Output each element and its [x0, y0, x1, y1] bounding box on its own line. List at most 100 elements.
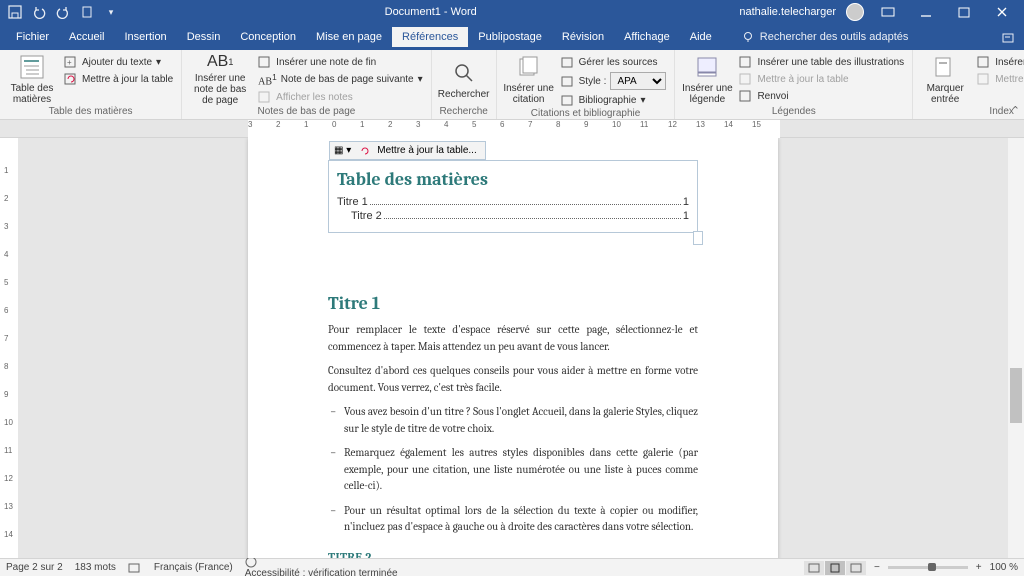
- list-item[interactable]: Pour un résultat optimal lors de la séle…: [344, 503, 698, 536]
- toc-options-icon[interactable]: ▦ ▾: [330, 145, 355, 156]
- toc-update-button[interactable]: Mettre à jour la table...: [355, 145, 485, 157]
- spellcheck-icon[interactable]: [128, 562, 142, 574]
- zoom-out-icon[interactable]: −: [874, 562, 880, 573]
- update-figures-button: Mettre à jour la table: [737, 71, 906, 87]
- search-icon: [450, 59, 478, 87]
- user-name[interactable]: nathalie.telecharger: [739, 6, 836, 18]
- footnote-label: Insérer une note de bas de page: [188, 73, 252, 106]
- update-index-button: Mettre à jour l'index: [975, 71, 1024, 87]
- tab-dessin[interactable]: Dessin: [177, 27, 231, 47]
- maximize-icon[interactable]: [950, 1, 978, 23]
- lightbulb-icon: [742, 31, 754, 43]
- paragraph[interactable]: Consultez d'abord ces quelques conseils …: [328, 363, 698, 396]
- figures-icon: [739, 55, 753, 69]
- collapse-ribbon-icon[interactable]: ⌃: [1011, 104, 1020, 117]
- minimize-icon[interactable]: [912, 1, 940, 23]
- citation-icon: [515, 53, 543, 81]
- page[interactable]: ▦ ▾ Mettre à jour la table... Table des …: [248, 138, 778, 558]
- zoom-slider[interactable]: [888, 566, 968, 569]
- toc-resize-handle[interactable]: [693, 231, 703, 245]
- tab-affichage[interactable]: Affichage: [614, 27, 680, 47]
- insert-caption-button[interactable]: Insérer une légende: [681, 52, 733, 106]
- tell-me-search[interactable]: Rechercher des outils adaptés: [742, 31, 909, 43]
- insert-footnote-button[interactable]: AB1 Insérer une note de bas de page: [188, 52, 252, 106]
- search-button[interactable]: Rechercher: [438, 52, 490, 106]
- zoom-level[interactable]: 100 %: [990, 562, 1018, 573]
- tab-revision[interactable]: Révision: [552, 27, 614, 47]
- tab-insertion[interactable]: Insertion: [114, 27, 176, 47]
- insert-endnote-button[interactable]: Insérer une note de fin: [256, 54, 424, 70]
- group-citations: Citations et bibliographie: [503, 108, 669, 120]
- insert-citation-button[interactable]: Insérer une citation: [503, 52, 555, 106]
- toc-entry[interactable]: Titre 21: [337, 210, 689, 222]
- endnote-icon: [258, 55, 272, 69]
- update-figures-icon: [739, 72, 753, 86]
- next-footnote-button[interactable]: AB1 Note de bas de page suivante ▾: [256, 71, 424, 88]
- qat-customize-icon[interactable]: ▾: [100, 1, 122, 23]
- view-read-icon[interactable]: [804, 561, 824, 575]
- share-icon[interactable]: [1002, 30, 1018, 44]
- document-area: 123456789101112131415 ▦ ▾ Mettre à jour …: [0, 138, 1024, 558]
- crossref-icon: [739, 89, 753, 103]
- toc-label: Table des matières: [6, 83, 58, 105]
- bibliography-button[interactable]: Bibliographie ▾: [559, 92, 669, 108]
- scrollbar-vertical[interactable]: [1008, 138, 1024, 558]
- insert-figures-table-button[interactable]: Insérer une table des illustrations: [737, 54, 906, 70]
- tab-references[interactable]: Références: [392, 27, 468, 47]
- ribbon: Table des matières +Ajouter du texte ▾ M…: [0, 50, 1024, 120]
- status-page[interactable]: Page 2 sur 2: [6, 562, 63, 573]
- new-doc-icon[interactable]: [76, 1, 98, 23]
- save-icon[interactable]: [4, 1, 26, 23]
- toc-button[interactable]: Table des matières: [6, 52, 58, 106]
- ruler-vertical-area: 123456789101112131415: [0, 138, 18, 558]
- tab-mise-en-page[interactable]: Mise en page: [306, 27, 392, 47]
- status-lang[interactable]: Français (France): [154, 562, 233, 573]
- ruler-horizontal[interactable]: 3210123456789101112131415161718: [248, 120, 780, 138]
- caption-label: Insérer une légende: [681, 83, 733, 105]
- undo-icon[interactable]: [28, 1, 50, 23]
- group-search: Recherche: [438, 106, 490, 118]
- heading-1[interactable]: Titre 1: [328, 293, 698, 314]
- heading-2[interactable]: TITRE 2: [328, 550, 698, 559]
- style-icon: [561, 74, 575, 88]
- svg-text:+: +: [67, 58, 72, 67]
- list-item[interactable]: Vous avez besoin d'un titre ? Sous l'ong…: [344, 404, 698, 437]
- tab-accueil[interactable]: Accueil: [59, 27, 114, 47]
- toc-icon: [18, 53, 46, 81]
- tab-publipostage[interactable]: Publipostage: [468, 27, 552, 47]
- manage-sources-button[interactable]: Gérer les sources: [559, 54, 669, 70]
- ruler-vertical[interactable]: 123456789101112131415: [0, 138, 18, 558]
- toc-title: Table des matières: [337, 169, 689, 190]
- tab-conception[interactable]: Conception: [230, 27, 306, 47]
- insert-index-button[interactable]: Insérer l'index: [975, 54, 1024, 70]
- tab-fichier[interactable]: Fichier: [6, 27, 59, 47]
- view-print-icon[interactable]: [825, 561, 845, 575]
- tab-aide[interactable]: Aide: [680, 27, 722, 47]
- scroll-thumb[interactable]: [1010, 368, 1022, 423]
- citation-style-row: Style : APA: [559, 71, 669, 91]
- ribbon-display-icon[interactable]: [874, 1, 902, 23]
- list-item[interactable]: Remarquez également les autres styles di…: [344, 445, 698, 495]
- style-select[interactable]: APA: [610, 72, 666, 90]
- group-footnotes: Notes de bas de page: [188, 106, 424, 118]
- menubar: Fichier Accueil Insertion Dessin Concept…: [0, 24, 1024, 50]
- status-words[interactable]: 183 mots: [75, 562, 116, 573]
- zoom-in-icon[interactable]: +: [976, 562, 982, 573]
- paragraph[interactable]: Pour remplacer le texte d'espace réservé…: [328, 322, 698, 355]
- avatar[interactable]: [846, 3, 864, 21]
- redo-icon[interactable]: [52, 1, 74, 23]
- sources-icon: [561, 55, 575, 69]
- close-icon[interactable]: [988, 1, 1016, 23]
- view-web-icon[interactable]: [846, 561, 866, 575]
- caption-icon: [693, 53, 721, 81]
- crossref-button[interactable]: Renvoi: [737, 88, 906, 104]
- group-index: Index: [919, 106, 1024, 118]
- update-toc-button[interactable]: Mettre à jour la table: [62, 71, 175, 87]
- toc-mini-toolbar: ▦ ▾ Mettre à jour la table...: [329, 141, 486, 160]
- mark-entry-button[interactable]: Marquer entrée: [919, 52, 971, 106]
- update-toc-icon: [64, 72, 78, 86]
- footnote-icon: AB1: [206, 52, 234, 71]
- toc-field[interactable]: ▦ ▾ Mettre à jour la table... Table des …: [328, 160, 698, 233]
- add-text-button[interactable]: +Ajouter du texte ▾: [62, 54, 175, 70]
- group-toc: Table des matières: [6, 106, 175, 118]
